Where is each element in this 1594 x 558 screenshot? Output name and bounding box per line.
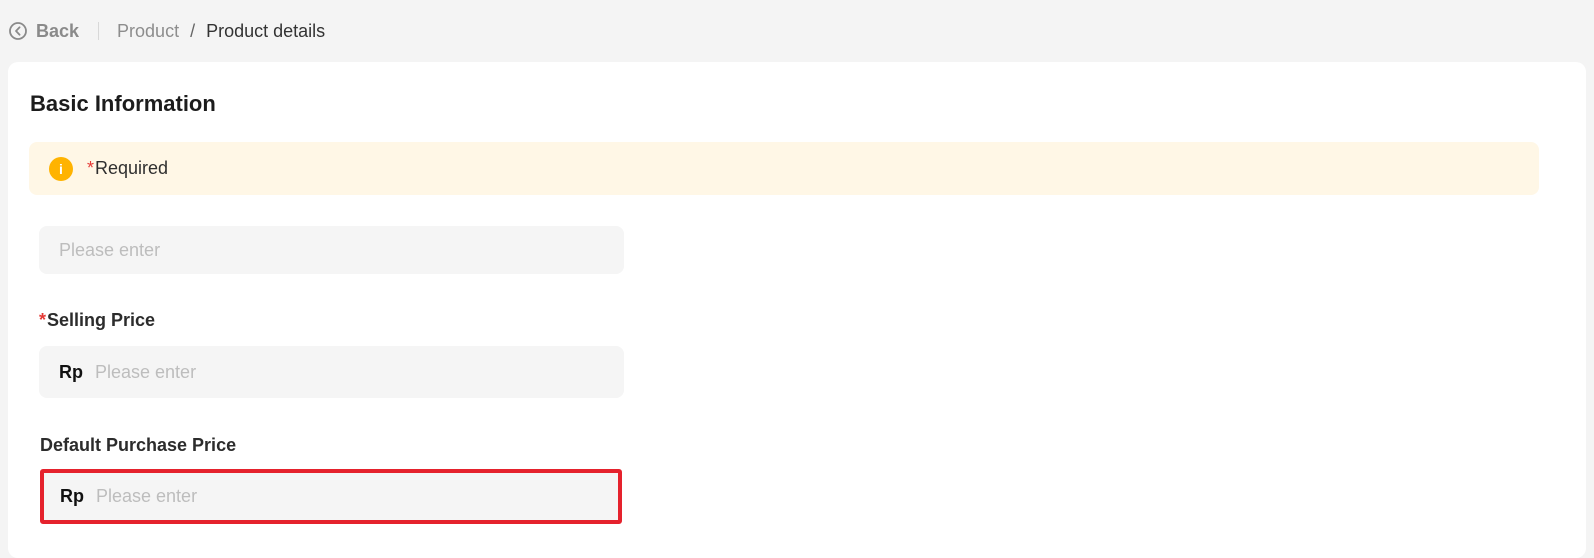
default-purchase-price-placeholder: Please enter bbox=[96, 486, 198, 506]
back-button[interactable]: Back bbox=[8, 21, 79, 42]
default-purchase-price-input[interactable]: Rp Please enter bbox=[40, 469, 622, 524]
selling-price-required-star: * bbox=[39, 310, 47, 330]
back-circle-icon bbox=[8, 21, 28, 41]
required-notice: i * Required bbox=[29, 142, 1539, 195]
topbar-divider bbox=[98, 22, 100, 40]
breadcrumb-product[interactable]: Product bbox=[117, 21, 179, 42]
required-star: * bbox=[87, 158, 95, 178]
back-label: Back bbox=[36, 20, 80, 41]
selling-price-placeholder: Please enter bbox=[95, 361, 197, 382]
required-label: Required bbox=[95, 158, 169, 178]
required-notice-text: * Required bbox=[87, 158, 168, 179]
selling-price-label-text: Selling Price bbox=[47, 310, 156, 330]
selling-price-currency-prefix: Rp bbox=[59, 361, 83, 382]
default-purchase-price-label: Default Purchase Price bbox=[40, 435, 236, 456]
basic-information-title: Basic Information bbox=[30, 91, 216, 116]
default-purchase-price-currency-prefix: Rp bbox=[60, 486, 84, 506]
breadcrumb-product-details: Product details bbox=[206, 20, 326, 41]
product-details-card: Basic Information i * Required Please en… bbox=[8, 62, 1586, 558]
selling-price-label: * Selling Price bbox=[39, 310, 155, 331]
product-info-input[interactable]: Please enter bbox=[39, 226, 624, 274]
top-navigation-bar: Back Product / Product details bbox=[0, 0, 1594, 62]
product-info-placeholder: Please enter bbox=[59, 239, 161, 260]
warning-icon: i bbox=[49, 156, 73, 181]
selling-price-input[interactable]: Rp Please enter bbox=[39, 346, 624, 398]
default-purchase-price-label-text: Default Purchase Price bbox=[40, 435, 237, 455]
breadcrumb-separator: / bbox=[190, 20, 196, 41]
breadcrumb: Product / Product details bbox=[117, 21, 325, 42]
